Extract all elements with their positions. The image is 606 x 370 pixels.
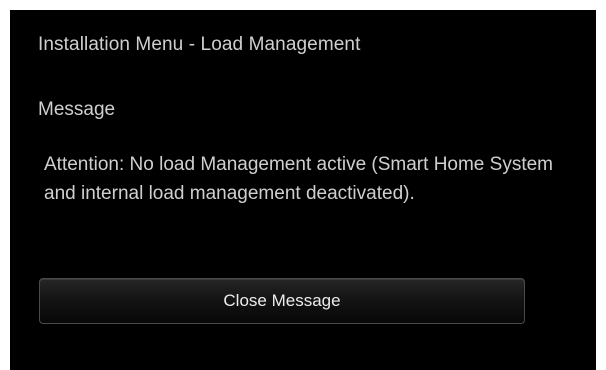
message-heading: Message (38, 99, 116, 120)
message-text: Attention: No load Management active (Sm… (44, 154, 554, 204)
close-message-button[interactable]: Close Message (39, 278, 525, 324)
menu-title: Installation Menu - Load Management (38, 34, 361, 55)
display-screen: Installation Menu - Load Management Mess… (10, 10, 596, 370)
close-message-label: Close Message (223, 291, 341, 310)
